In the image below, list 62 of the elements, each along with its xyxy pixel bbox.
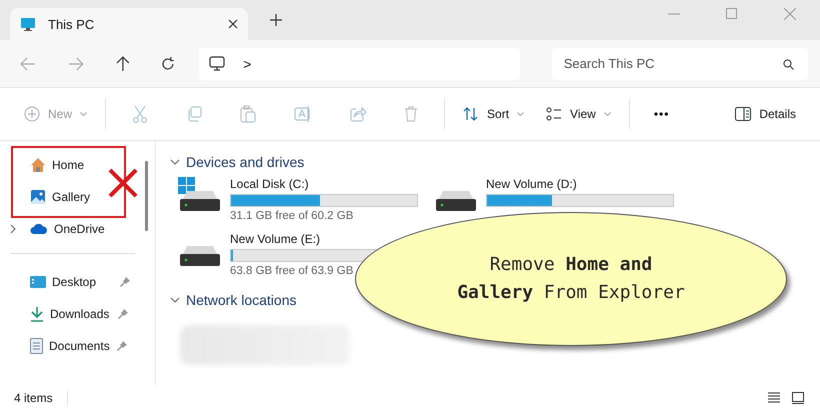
tab-title: This PC: [48, 16, 96, 32]
drive-name: New Volume (D:): [486, 177, 578, 191]
free-space-text: 31.1 GB free of 60.2 GB: [230, 210, 354, 222]
close-icon[interactable]: [228, 19, 238, 29]
expand-chevron-icon[interactable]: [10, 224, 16, 234]
tiles-view-icon[interactable]: [792, 392, 804, 404]
search-icon: [783, 58, 794, 70]
sidebar-item[interactable]: OneDrive: [10, 213, 143, 245]
caret-icon: [604, 112, 611, 116]
details-button[interactable]: Details: [731, 103, 800, 125]
view-button[interactable]: View: [542, 103, 615, 125]
cut-icon[interactable]: [132, 105, 148, 123]
forward-icon[interactable]: [68, 56, 84, 70]
sidebar-item[interactable]: Documents: [10, 330, 143, 362]
new-tab-icon[interactable]: [270, 14, 282, 26]
rename-icon[interactable]: [294, 105, 312, 123]
callout-text: Remove Home and Gallery From Explorer: [456, 253, 686, 305]
sidebar-item[interactable]: Downloads: [10, 298, 143, 330]
copy-icon[interactable]: [186, 106, 202, 122]
details-view-icon[interactable]: [768, 392, 780, 403]
monitor-icon: [209, 56, 226, 71]
sidebar-item[interactable]: Home: [10, 149, 143, 181]
drive-name: New Volume (E:): [230, 232, 322, 246]
house-icon: [30, 157, 46, 173]
drive-name: Local Disk (C:): [230, 177, 310, 191]
pin-icon[interactable]: [117, 341, 127, 351]
window-tab[interactable]: This PC: [10, 8, 248, 40]
document-icon: [30, 338, 43, 354]
hard-drive-icon: [180, 191, 220, 211]
pin-icon[interactable]: [118, 309, 128, 319]
free-space-text: 63.8 GB free of 63.9 GB: [230, 265, 354, 277]
caret-icon: [517, 112, 524, 116]
paste-icon[interactable]: [240, 105, 256, 123]
share-icon[interactable]: [350, 106, 366, 122]
maximize-icon[interactable]: [726, 8, 738, 20]
monitor-icon: [20, 16, 36, 32]
scrollbar-thumb[interactable]: [145, 161, 148, 231]
download-icon: [30, 306, 44, 322]
sort-button[interactable]: Sort: [459, 102, 528, 126]
sort-icon: [463, 106, 480, 122]
refresh-icon[interactable]: [161, 56, 176, 70]
delete-icon[interactable]: [404, 106, 418, 122]
plus-icon: [24, 106, 40, 122]
sidebar-item[interactable]: Desktop: [10, 266, 143, 298]
cloud-icon: [30, 223, 48, 235]
back-icon[interactable]: [20, 56, 36, 70]
address-bar[interactable]: >: [199, 48, 520, 80]
image-icon: [30, 189, 46, 205]
section-header[interactable]: Devices and drives: [170, 149, 304, 175]
breadcrumb-chevron[interactable]: >: [243, 56, 252, 72]
section-header[interactable]: Network locations: [170, 287, 296, 313]
desktop-icon: [30, 275, 46, 289]
sidebar-item[interactable]: Gallery: [10, 181, 143, 213]
caret-icon: [80, 112, 88, 116]
more-options-button[interactable]: •••: [644, 103, 680, 125]
item-count: 4 items: [14, 390, 68, 404]
pin-icon[interactable]: [120, 277, 130, 287]
search-field[interactable]: Search This PC: [552, 48, 808, 80]
view-icon: [546, 107, 562, 121]
details-pane-icon: [735, 107, 752, 121]
up-icon[interactable]: [116, 56, 130, 72]
cross-mark-icon: [108, 168, 138, 198]
